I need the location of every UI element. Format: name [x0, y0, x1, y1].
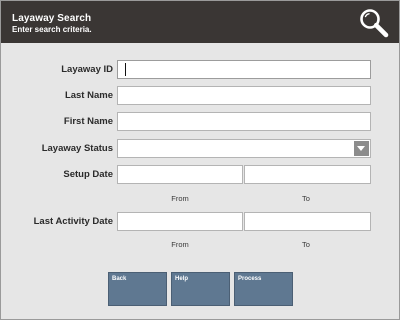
help-button[interactable]: Help — [171, 272, 230, 306]
setup-date-from-label: From — [171, 194, 189, 203]
layaway-status-label: Layaway Status — [41, 143, 113, 154]
process-button[interactable]: Process — [234, 272, 293, 306]
layaway-id-label: Layaway ID — [61, 64, 113, 75]
page-title: Layaway Search — [12, 13, 92, 24]
last-activity-date-to-input[interactable] — [244, 212, 371, 231]
last-activity-date-label: Last Activity Date — [33, 216, 113, 227]
last-activity-date-from-input[interactable] — [117, 212, 243, 231]
layaway-id-input[interactable] — [117, 60, 371, 79]
text-cursor — [125, 63, 126, 76]
setup-date-from-input[interactable] — [117, 165, 243, 184]
search-button[interactable] — [357, 6, 391, 40]
last-name-label: Last Name — [64, 90, 113, 101]
last-activity-date-from-label: From — [171, 240, 189, 249]
setup-date-label: Setup Date — [63, 169, 113, 180]
layaway-search-window: Layaway Search Enter search criteria. La… — [0, 0, 400, 320]
layaway-status-select[interactable] — [117, 139, 371, 158]
setup-date-to-input[interactable] — [244, 165, 371, 184]
setup-date-to-label: To — [302, 194, 310, 203]
back-button[interactable]: Back — [108, 272, 167, 306]
page-subtitle: Enter search criteria. — [12, 25, 92, 34]
header-bar: Layaway Search Enter search criteria. — [1, 1, 399, 43]
chevron-down-icon[interactable] — [354, 141, 369, 156]
last-name-input[interactable] — [117, 86, 371, 105]
first-name-input[interactable] — [117, 112, 371, 131]
last-activity-date-to-label: To — [302, 240, 310, 249]
first-name-label: First Name — [63, 116, 113, 127]
magnifier-icon — [360, 9, 389, 38]
